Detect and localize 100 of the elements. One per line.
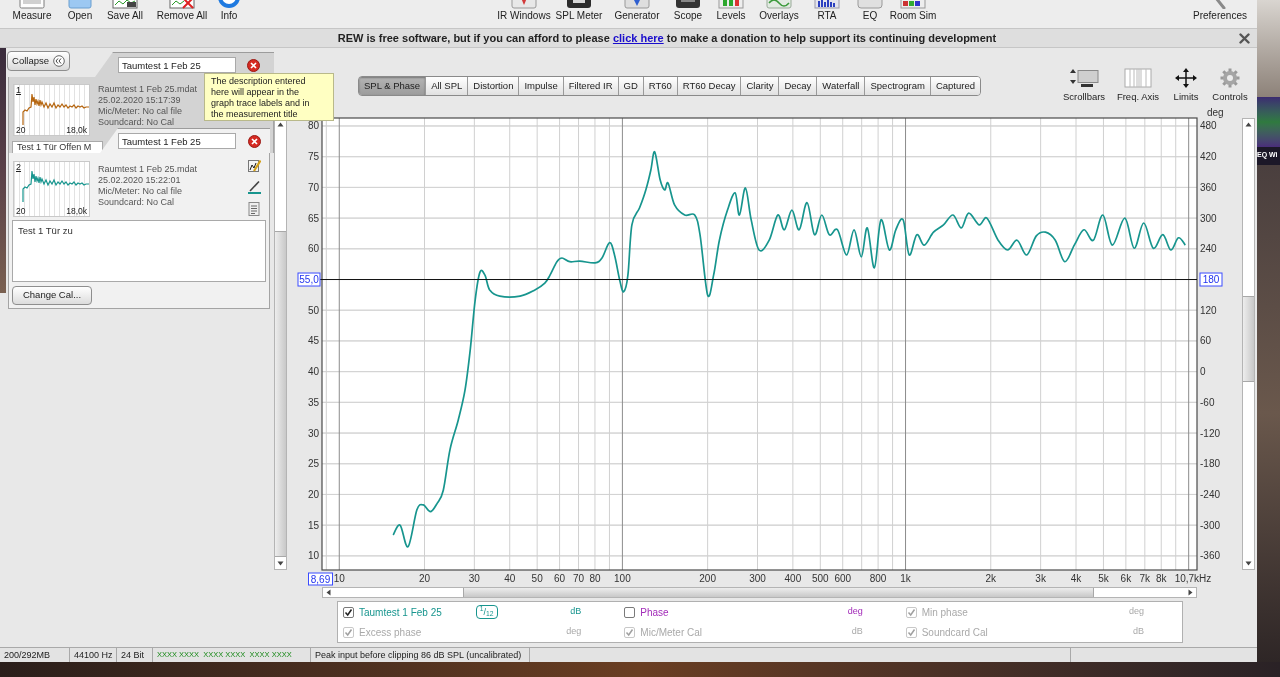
frequency-label: 8k <box>1155 573 1167 584</box>
toolbar-button[interactable]: Measure <box>6 0 58 26</box>
toolbar-button[interactable]: RTA <box>802 0 852 26</box>
frequency-label: 40 <box>504 573 516 584</box>
notes-field[interactable]: Test 1 Tür Offen M <box>12 141 103 153</box>
graph-tool-button[interactable]: Freq. Axis <box>1113 68 1163 103</box>
scroll-left-icon[interactable] <box>323 588 334 597</box>
close-icon[interactable] <box>248 134 261 148</box>
frequency-label: 800 <box>869 573 887 584</box>
toolbar-button[interactable]: Generator <box>604 0 670 26</box>
frequency-label: 6k <box>1120 573 1132 584</box>
phase-axis-label: 420 <box>1200 151 1217 163</box>
toolbar-button[interactable]: Levels <box>706 0 756 26</box>
eq-icon <box>856 0 884 9</box>
horizontal-scrollbar[interactable] <box>322 587 1197 598</box>
meter-icon <box>565 0 593 9</box>
unit-label: dB <box>851 625 863 639</box>
toolbar-button[interactable]: Open <box>58 0 102 26</box>
phase-axis-label: 240 <box>1200 243 1217 255</box>
trace-label: Excess phase <box>359 625 422 640</box>
double-chevron-icon <box>53 55 65 67</box>
frequency-label: 2k <box>985 573 997 584</box>
toolbar-button[interactable]: EQ <box>852 0 888 26</box>
graph-tab[interactable]: All SPL <box>425 77 468 95</box>
toolbar-button[interactable]: Scope <box>670 0 706 26</box>
cursor-readout: 180 <box>1199 272 1223 287</box>
unit-label: dB <box>1133 625 1144 639</box>
toolbar-button[interactable]: Save All <box>102 0 148 26</box>
trace-label: Phase <box>640 605 669 620</box>
graph-tab[interactable]: GD <box>617 77 643 95</box>
file-name: Raumtest 1 Feb 25.mdat <box>98 84 198 95</box>
graph-tab[interactable]: RT60 <box>642 77 677 95</box>
donation-message: REW is free software, but if you can afford to please click here to make a donation to help support its continuing development <box>336 30 998 46</box>
phase-axis-label: -360 <box>1200 550 1220 562</box>
scrollbar-thumb[interactable] <box>463 588 1094 597</box>
graph-tab[interactable]: Decay <box>778 77 817 95</box>
graph-tab[interactable]: Impulse <box>518 77 563 95</box>
toolbar-button[interactable]: Overlays <box>756 0 802 26</box>
toolbar-button[interactable]: Room Sim <box>888 0 938 26</box>
toolbar-button[interactable]: SPL Meter <box>554 0 604 26</box>
frequency-label: 80 <box>589 573 601 584</box>
graph-tab[interactable]: SPL & Phase <box>359 77 426 95</box>
close-icon[interactable] <box>247 58 260 72</box>
frequency-label: 600 <box>834 573 852 584</box>
graph-tab[interactable]: Captured <box>929 77 980 95</box>
mic-cal-status: Mic/Meter: No cal file <box>98 186 184 197</box>
axis-tick-label: 75 <box>307 151 319 163</box>
checkbox[interactable] <box>624 606 636 618</box>
toolbar-button[interactable]: IR Windows <box>494 0 554 26</box>
toolbar-button[interactable]: Preferences <box>1190 0 1250 26</box>
graph-tab[interactable]: Filtered IR <box>562 77 618 95</box>
toolbar-button[interactable]: Info <box>216 0 242 26</box>
axis-max-label: 18,0k <box>66 206 87 216</box>
timestamp: 25.02.2020 15:22:01 <box>98 175 182 186</box>
logo-placeholder <box>1257 97 1280 147</box>
chart-pencil-icon[interactable] <box>248 159 261 172</box>
gear-icon <box>1220 68 1240 88</box>
trace-label: Taumtest 1 Feb 25 <box>359 605 442 620</box>
frequency-label: 300 <box>749 573 766 584</box>
axis-end-label: 10,7kHz <box>1174 573 1212 584</box>
axis-tick-label: 45 <box>307 335 319 347</box>
donation-link[interactable]: click here <box>612 31 664 44</box>
close-icon[interactable] <box>1239 32 1250 44</box>
frequency-label: 20 <box>418 573 431 584</box>
scrollbar-thumb[interactable] <box>1243 296 1254 382</box>
graph-tab[interactable]: Spectrogram <box>864 77 930 95</box>
chart-cross-icon <box>168 0 196 9</box>
graph-tool-button[interactable]: Limits <box>1169 68 1203 103</box>
change-cal-button[interactable]: Change Cal... <box>12 286 92 305</box>
graph-tab[interactable]: Clarity <box>740 77 779 95</box>
smoothing-button[interactable]: $^{1}$/$_{12}$ <box>475 605 498 619</box>
phase-axis-label: 60 <box>1200 335 1212 347</box>
trace-label: Min phase <box>921 605 968 620</box>
scope-icon <box>674 0 702 9</box>
cursor-readout: 55,0 <box>297 272 321 287</box>
title-field[interactable]: Taumtest 1 Feb 25 <box>118 133 236 149</box>
graph-tool-button[interactable]: Scrollbars <box>1061 68 1107 103</box>
checkbox[interactable] <box>343 606 354 618</box>
axis-unit-label: deg <box>1207 107 1224 118</box>
graph-tab[interactable]: Distortion <box>467 77 519 95</box>
chart-icon <box>111 0 139 9</box>
graph-tool-button[interactable]: Controls <box>1209 68 1251 103</box>
collapse-button[interactable]: Collapse <box>7 51 70 71</box>
document-icon[interactable] <box>248 202 260 216</box>
window-icon <box>18 0 46 9</box>
graph-tab[interactable]: RT60 Decay <box>676 77 741 95</box>
title-field[interactable]: Taumtest 1 Feb 25 <box>118 57 236 73</box>
unit-label: dB <box>570 605 582 619</box>
graph-tab[interactable]: Waterfall <box>816 77 865 95</box>
axis-min-label: 20 <box>16 206 26 216</box>
scrollbar-thumb[interactable] <box>275 231 286 557</box>
notes-field[interactable]: Test 1 Tür zu <box>12 220 266 282</box>
frequency-label: 1k <box>900 573 911 584</box>
pen-icon[interactable] <box>248 180 261 194</box>
vertical-scrollbar[interactable] <box>274 118 287 570</box>
toolbar-button[interactable]: Remove All <box>148 0 216 26</box>
frequency-label: 200 <box>699 573 716 584</box>
axis-tick-label: 50 <box>307 304 319 316</box>
phase-axis-label: -120 <box>1200 427 1220 439</box>
vertical-scrollbar[interactable] <box>1242 118 1255 570</box>
